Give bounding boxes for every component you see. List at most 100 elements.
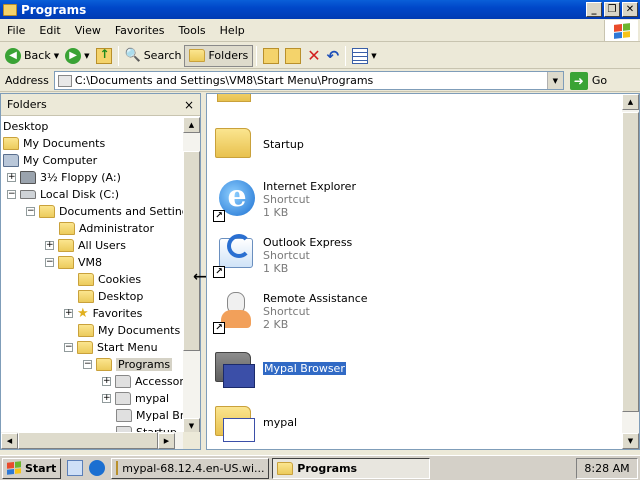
menu-help[interactable]: Help [213, 24, 252, 37]
tree-item[interactable]: − Local Disk (C:) [7, 186, 119, 203]
program-group-icon [223, 364, 255, 388]
expand-icon[interactable]: + [7, 173, 16, 182]
copy-to-button[interactable] [282, 45, 304, 67]
windows-logo-icon [604, 20, 638, 41]
file-item[interactable]: ↗ Outlook Express Shortcut 1 KB [213, 234, 352, 278]
tree-item[interactable]: My Computer [3, 152, 97, 169]
tree-item[interactable]: Cookies [78, 271, 141, 288]
close-button[interactable]: ✕ [622, 2, 638, 17]
delete-button[interactable]: ✕ [304, 45, 323, 67]
restore-button[interactable]: ❐ [604, 2, 620, 17]
expand-icon[interactable]: + [102, 394, 111, 403]
scroll-thumb[interactable] [18, 432, 158, 449]
file-item[interactable]: Startup [213, 122, 304, 166]
folders-pane: Folders × Desktop My Documents My Comput… [0, 93, 201, 450]
back-button[interactable]: ◀ Back ▼ [2, 45, 62, 67]
search-button[interactable]: 🔍 Search [122, 45, 185, 67]
taskbar-item[interactable]: mypal-68.12.4.en-US.wi... [111, 457, 270, 479]
tree-item[interactable]: Mypal Bro [116, 407, 184, 424]
scroll-down-icon[interactable]: ▼ [622, 433, 639, 449]
minimize-button[interactable]: _ [586, 2, 602, 17]
outlook-express-arrow-icon [227, 234, 251, 258]
tree-horizontal-scrollbar[interactable]: ◀ ▶ [1, 432, 184, 449]
folder-up-icon: ↑ [95, 47, 112, 64]
scroll-up-icon[interactable]: ▲ [183, 117, 200, 133]
my-documents-icon [3, 137, 19, 150]
collapse-icon[interactable]: − [7, 190, 16, 199]
address-label: Address [5, 74, 49, 87]
internet-explorer-icon[interactable] [89, 460, 106, 476]
tree-item[interactable]: Desktop [78, 288, 143, 305]
tree-item[interactable]: My Documents [3, 135, 105, 152]
program-folder-icon [115, 375, 131, 388]
menu-edit[interactable]: Edit [32, 24, 67, 37]
address-bar: Address C:\Documents and Settings\VM8\St… [0, 70, 640, 92]
back-dropdown-icon[interactable]: ▼ [54, 52, 59, 60]
folders-button[interactable]: Folders [184, 44, 254, 67]
views-button[interactable]: ▼ [349, 45, 379, 67]
forward-dropdown-icon[interactable]: ▼ [84, 52, 89, 60]
menu-view[interactable]: View [68, 24, 108, 37]
expand-icon[interactable]: + [45, 241, 54, 250]
address-dropdown-icon[interactable]: ▼ [546, 72, 563, 89]
tree-item[interactable]: − VM8 [45, 254, 102, 271]
move-to-button[interactable] [260, 45, 282, 67]
folder-icon [215, 128, 251, 158]
tree-item[interactable]: − Documents and Settings [26, 203, 184, 220]
up-button[interactable]: ↑ [93, 45, 115, 67]
file-item-selected[interactable]: Mypal Browser [213, 346, 346, 390]
program-folder-icon [116, 409, 132, 422]
start-button[interactable]: Start [2, 457, 62, 479]
file-list-scrollbar[interactable]: ▲ ▼ [622, 94, 639, 449]
tree-item[interactable]: My Documents [78, 322, 180, 339]
tree-item[interactable]: +3½ Floppy (A:) [7, 169, 121, 186]
folders-pane-close-button[interactable]: × [184, 98, 194, 112]
menu-file[interactable]: File [0, 24, 32, 37]
tree-item[interactable]: + All Users [45, 237, 126, 254]
tree-item[interactable]: Desktop [3, 118, 48, 135]
folder-open-icon [96, 358, 112, 371]
back-arrow-icon: ◀ [5, 47, 21, 64]
system-tray-clock[interactable]: 8:28 AM [576, 458, 638, 479]
go-button[interactable]: ➜ Go [569, 71, 607, 90]
folder-icon [78, 290, 94, 303]
computer-icon [3, 154, 19, 167]
folder-tree: Desktop My Documents My Computer +3½ Flo… [1, 117, 184, 434]
tree-item[interactable]: + ★ Favorites [64, 305, 142, 322]
scroll-up-icon[interactable]: ▲ [622, 94, 639, 110]
floppy-icon [20, 171, 36, 184]
show-desktop-icon[interactable] [67, 460, 84, 476]
undo-button[interactable]: ↶ [324, 45, 343, 67]
tree-item[interactable]: − Start Menu [64, 339, 158, 356]
file-item[interactable]: ↗ Remote Assistance Shortcut 2 KB [213, 290, 368, 334]
tree-item[interactable]: Administrator [59, 220, 154, 237]
scroll-thumb[interactable] [622, 112, 639, 412]
folder-icon [58, 239, 74, 252]
menu-bar: File Edit View Favorites Tools Help [0, 19, 640, 42]
collapse-icon[interactable]: − [26, 207, 35, 216]
collapse-icon[interactable]: − [83, 360, 92, 369]
shortcut-arrow-icon: ↗ [213, 266, 225, 278]
expand-icon[interactable]: + [64, 309, 73, 318]
address-input[interactable]: C:\Documents and Settings\VM8\Start Menu… [53, 71, 564, 90]
menu-favorites[interactable]: Favorites [108, 24, 172, 37]
menu-tools[interactable]: Tools [172, 24, 213, 37]
delete-icon: ✕ [307, 46, 321, 65]
taskbar-item-active[interactable]: Programs [272, 457, 431, 479]
collapse-icon[interactable]: − [45, 258, 54, 267]
scroll-thumb[interactable] [183, 151, 200, 351]
tree-item[interactable]: + Accessori [102, 373, 184, 390]
tree-item[interactable]: + mypal [102, 390, 169, 407]
forward-button[interactable]: ▶ ▼ [62, 45, 92, 67]
folder-icon [277, 461, 294, 475]
views-dropdown-icon[interactable]: ▼ [371, 52, 376, 60]
tree-item-selected[interactable]: − Programs [83, 356, 173, 373]
scroll-right-icon[interactable]: ▶ [158, 432, 175, 449]
file-item[interactable]: e ↗ Internet Explorer Shortcut 1 KB [213, 178, 356, 222]
scroll-left-icon[interactable]: ◀ [1, 432, 18, 449]
folder-icon [217, 94, 251, 102]
file-item[interactable]: mypal [213, 400, 297, 444]
expand-icon[interactable]: + [102, 377, 111, 386]
collapse-icon[interactable]: − [64, 343, 73, 352]
file-list-pane: Startup e ↗ Internet Explorer Shortcut 1… [206, 93, 640, 450]
